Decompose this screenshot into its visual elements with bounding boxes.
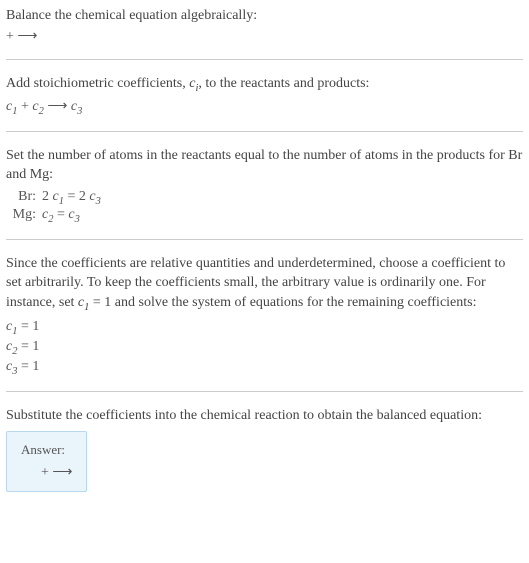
- lhs-coef: 2: [42, 189, 53, 204]
- eq-sign: =: [64, 189, 79, 204]
- stoich-pre: Add stoichiometric coefficients,: [6, 76, 189, 91]
- intro-text: Balance the chemical equation algebraica…: [6, 6, 523, 26]
- solve-text: Since the coefficients are relative quan…: [6, 254, 523, 316]
- atom-label: Mg:: [6, 207, 42, 223]
- answer-label: Answer:: [21, 442, 72, 458]
- initial-reaction: + ⟶: [6, 28, 523, 45]
- coef-list: c1 = 1 c2 = 1 c3 = 1: [6, 319, 523, 376]
- stoich-text: Add stoichiometric coefficients, ci, to …: [6, 74, 523, 96]
- stoich-equation: c1 + c2 ⟶ c3: [6, 98, 523, 117]
- answer-box: Answer: + ⟶: [6, 431, 87, 492]
- stoich-post: , to the reactants and products:: [198, 76, 369, 91]
- divider: [6, 239, 523, 240]
- atom-label: Br:: [6, 189, 42, 205]
- rhs-coef: 2: [79, 189, 90, 204]
- section-atom-balance: Set the number of atoms in the reactants…: [6, 146, 523, 225]
- section-stoichiometric: Add stoichiometric coefficients, ci, to …: [6, 74, 523, 117]
- c-val: = 1: [17, 339, 39, 354]
- atom-eq: c2 = c3: [42, 207, 80, 225]
- answer-text: Substitute the coefficients into the che…: [6, 406, 523, 426]
- rhs-s: 3: [96, 196, 101, 207]
- c3-sub: 3: [77, 106, 82, 117]
- coef-row: c1 = 1: [6, 319, 523, 337]
- atom-eq: 2 c1 = 2 c3: [42, 189, 101, 207]
- solve-mid: = 1 and solve the system of equations fo…: [89, 295, 476, 310]
- rhs-s: 3: [75, 214, 80, 225]
- atom-text: Set the number of atoms in the reactants…: [6, 146, 523, 185]
- divider: [6, 131, 523, 132]
- c-val: = 1: [17, 359, 39, 374]
- atom-row: Br: 2 c1 = 2 c3: [6, 189, 523, 207]
- section-solve: Since the coefficients are relative quan…: [6, 254, 523, 377]
- coef-row: c2 = 1: [6, 339, 523, 357]
- divider: [6, 391, 523, 392]
- eq-sign: =: [53, 207, 68, 222]
- coef-row: c3 = 1: [6, 359, 523, 377]
- plus: +: [17, 99, 32, 114]
- c-val: = 1: [17, 319, 39, 334]
- atom-row: Mg: c2 = c3: [6, 207, 523, 225]
- section-balance-intro: Balance the chemical equation algebraica…: [6, 6, 523, 45]
- answer-content: + ⟶: [21, 464, 72, 481]
- atom-table: Br: 2 c1 = 2 c3 Mg: c2 = c3: [6, 189, 523, 225]
- divider: [6, 59, 523, 60]
- section-answer: Substitute the coefficients into the che…: [6, 406, 523, 493]
- arrow: ⟶: [44, 99, 71, 114]
